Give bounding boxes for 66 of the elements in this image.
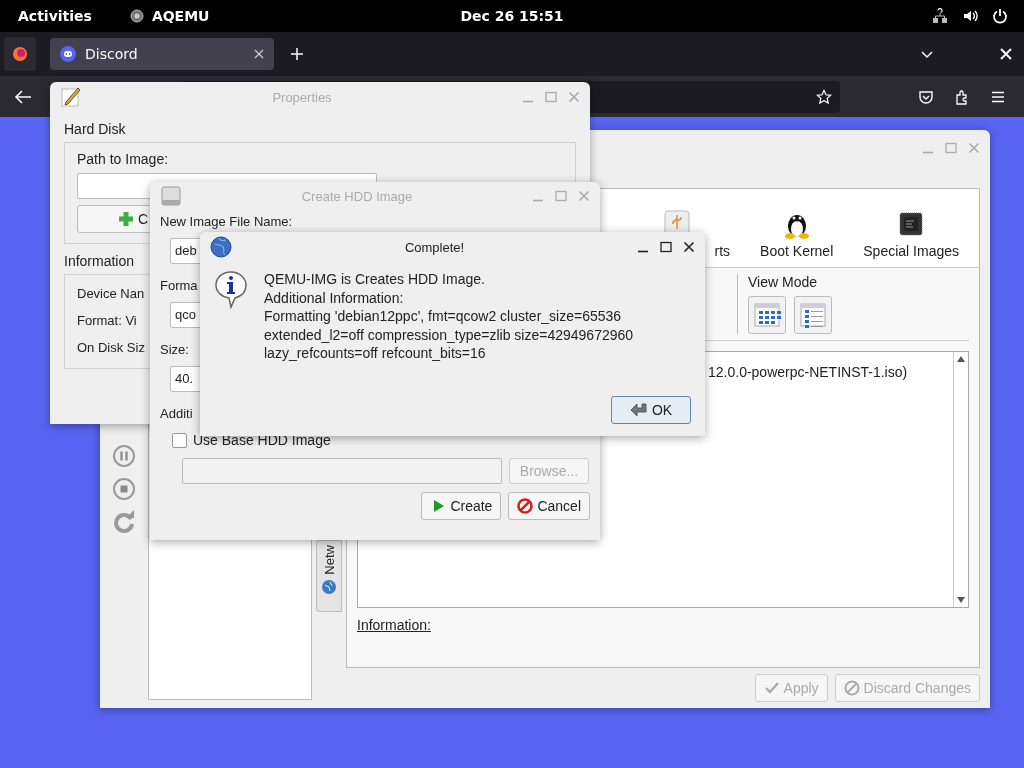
- message-text: Formatting 'debian12ppc', fmt=qcow2 cluster_size=65536: [264, 307, 623, 326]
- speaker-icon[interactable]: [962, 8, 978, 24]
- close-icon[interactable]: [683, 241, 695, 253]
- cancel-button[interactable]: Cancel: [508, 492, 590, 520]
- browser-logo-icon: [12, 46, 28, 62]
- information-label: Information:: [357, 617, 431, 633]
- field-label: New Image File Name:: [160, 214, 293, 230]
- base-image-field[interactable]: [182, 458, 502, 484]
- info-text: Format: Vi: [77, 313, 137, 328]
- puzzle-icon[interactable]: [954, 88, 970, 105]
- no-entry-icon: [517, 498, 534, 514]
- field-label: Size:: [160, 342, 189, 358]
- grid-icon: [752, 300, 782, 330]
- browser-menu-button[interactable]: [4, 37, 36, 71]
- message-text: lazy_refcounts=off refcount_bits=16: [264, 344, 487, 363]
- section-label: Hard Disk: [64, 121, 126, 137]
- pause-icon[interactable]: [112, 444, 136, 468]
- checkbox[interactable]: [172, 432, 187, 448]
- app-icon: [129, 9, 144, 23]
- message-text: QEMU-IMG is Creates HDD Image.: [264, 270, 486, 289]
- field-label: Forma: [160, 278, 198, 294]
- message-text: Additional Information:: [264, 288, 405, 307]
- scrollbar[interactable]: [953, 352, 968, 607]
- return-arrow-icon: [629, 402, 648, 418]
- list-icon: [798, 300, 828, 330]
- window-title: Create HDD Image: [300, 188, 414, 204]
- device-tab[interactable]: Boot Kernel: [760, 243, 834, 259]
- pencil-icon: [60, 86, 82, 108]
- star-icon[interactable]: [816, 88, 832, 105]
- browser-tab[interactable]: Discord: [50, 38, 274, 70]
- no-entry-icon: [843, 680, 860, 696]
- create-button[interactable]: Create: [421, 492, 502, 520]
- new-tab-icon[interactable]: [290, 47, 304, 61]
- hard-drive-icon: [160, 185, 182, 207]
- ok-button[interactable]: OK: [611, 396, 691, 424]
- chat-logo-icon: [60, 46, 76, 62]
- plus-icon: [118, 211, 134, 227]
- device-tab[interactable]: rts: [714, 243, 731, 259]
- globe-icon: [321, 578, 337, 595]
- list-view-button[interactable]: [794, 296, 832, 334]
- app-name[interactable]: AQEMU: [151, 8, 210, 24]
- device-tab[interactable]: Special Images: [863, 243, 959, 259]
- activities-button[interactable]: Activities: [18, 8, 92, 24]
- info-bubble-icon: [214, 270, 248, 310]
- window-title: Properties: [271, 89, 333, 105]
- info-text: On Disk Siz: [77, 340, 145, 355]
- power-icon[interactable]: [992, 8, 1008, 24]
- message-text: extended_l2=off compression_type=zlib size=42949672960: [264, 325, 634, 344]
- clock[interactable]: Dec 26 15:51: [460, 8, 564, 24]
- checkmark-icon: [763, 680, 780, 696]
- back-arrow-icon[interactable]: [14, 88, 32, 105]
- maximize-icon[interactable]: [660, 241, 672, 253]
- window-title: Complete!: [403, 239, 466, 255]
- field-label: Path to Image:: [77, 151, 170, 167]
- scroll-up-icon[interactable]: [957, 356, 965, 362]
- stop-icon[interactable]: [112, 477, 136, 501]
- icon-view-button[interactable]: [748, 296, 786, 334]
- scroll-down-icon[interactable]: [957, 597, 965, 603]
- side-tab[interactable]: Netw: [316, 540, 342, 612]
- view-mode-label: View Mode: [748, 274, 818, 290]
- globe-icon: [210, 236, 232, 258]
- section-label: Additi: [160, 406, 193, 422]
- section-label: Information: [64, 253, 135, 269]
- info-text: Device Nan: [77, 286, 145, 301]
- network-icon[interactable]: [932, 8, 948, 24]
- pocket-icon[interactable]: [918, 88, 934, 105]
